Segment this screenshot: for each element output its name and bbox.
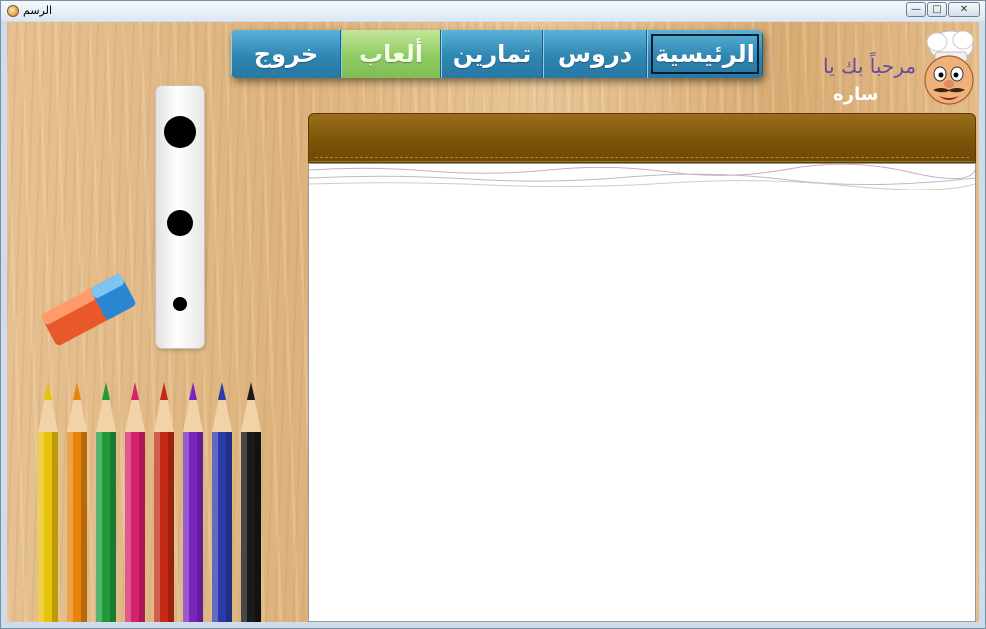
canvas-header xyxy=(308,113,976,163)
brush-size-large[interactable] xyxy=(164,116,196,148)
app-icon xyxy=(7,5,19,17)
brush-size-small[interactable] xyxy=(173,297,187,311)
close-button[interactable]: ✕ xyxy=(948,2,980,17)
pencil-red-icon[interactable] xyxy=(149,382,179,622)
username-label: ساره xyxy=(833,84,879,105)
brush-size-panel xyxy=(156,86,204,348)
nav-lessons-button[interactable]: دروس xyxy=(543,30,647,78)
pencil-yellow-icon[interactable] xyxy=(33,382,63,622)
main-navigation: خروج ألعاب تمارين دروس الرئيسية xyxy=(231,30,763,78)
chef-mascot-icon xyxy=(924,30,974,105)
header-stitch xyxy=(315,157,969,158)
nav-exercises-button[interactable]: تمارين xyxy=(441,30,543,78)
welcome-text: مرحباً بك يا xyxy=(823,54,917,78)
pencil-black-icon[interactable] xyxy=(236,382,266,622)
minimize-button[interactable]: — xyxy=(906,2,926,17)
pencil-pink-icon[interactable] xyxy=(120,382,150,622)
app-window: الرسم — □ ✕ خروج ألعاب تمارين دروس الرئي… xyxy=(0,0,986,629)
pencil-blue-icon[interactable] xyxy=(207,382,237,622)
pencil-purple-icon[interactable] xyxy=(178,382,208,622)
nav-exit-button[interactable]: خروج xyxy=(231,30,341,78)
nav-home-button[interactable]: الرئيسية xyxy=(647,30,763,78)
maximize-button[interactable]: □ xyxy=(927,2,947,17)
paper-tear-edge xyxy=(309,164,975,190)
title-bar[interactable]: الرسم — □ ✕ xyxy=(1,1,985,21)
pencil-green-icon[interactable] xyxy=(91,382,121,622)
pencil-orange-icon[interactable] xyxy=(62,382,92,622)
drawing-canvas[interactable] xyxy=(308,163,976,622)
nav-games-button[interactable]: ألعاب xyxy=(341,30,441,78)
brush-size-medium[interactable] xyxy=(167,210,193,236)
eraser-icon[interactable] xyxy=(33,264,143,354)
app-content: خروج ألعاب تمارين دروس الرئيسية مرحباً ب… xyxy=(7,22,979,622)
window-title: الرسم xyxy=(23,4,53,17)
